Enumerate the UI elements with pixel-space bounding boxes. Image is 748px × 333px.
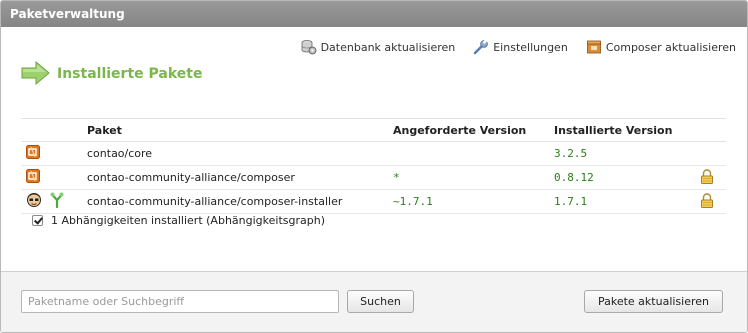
header-lock-col (700, 118, 726, 142)
footer-bar: Suchen Pakete aktualisieren (1, 271, 747, 332)
header-requested-version: Angeforderte Version (393, 118, 554, 142)
requested-version (393, 141, 554, 166)
update-packages-button[interactable]: Pakete aktualisieren (584, 290, 723, 313)
requested-version: * (393, 165, 554, 190)
settings-link[interactable]: Einstellungen (473, 39, 568, 55)
search-input[interactable] (21, 290, 339, 313)
table-row[interactable]: contao-community-alliance/composer * 0.8… (21, 165, 726, 190)
section-heading: Installierte Pakete (21, 60, 203, 88)
database-gear-icon (301, 39, 317, 55)
dependencies-toggle[interactable]: 1 Abhängigkeiten installiert (Abhängigke… (32, 214, 325, 227)
dependencies-label[interactable]: 1 Abhängigkeiten installiert (Abhängigke… (51, 214, 325, 227)
header-icon-col (21, 118, 87, 142)
table-row[interactable]: contao/core 3.2.5 (21, 141, 726, 166)
search-button[interactable]: Suchen (347, 290, 414, 313)
window-title: Paketverwaltung (1, 1, 747, 27)
page-title: Installierte Pakete (57, 66, 203, 82)
package-name[interactable]: contao-community-alliance/composer-insta… (87, 189, 393, 214)
composer-box-icon (586, 39, 602, 55)
header-package: Paket (87, 118, 393, 142)
dependency-fork-icon (50, 192, 64, 211)
package-manager-panel: Paketverwaltung Datenbank aktualisieren (0, 0, 748, 333)
update-composer-link[interactable]: Composer aktualisieren (586, 39, 736, 55)
toolbar: Datenbank aktualisieren Einstellungen Co… (301, 38, 736, 56)
wrench-icon (473, 39, 489, 55)
green-arrow-icon (21, 60, 50, 88)
update-composer-label: Composer aktualisieren (605, 40, 736, 54)
table-row[interactable]: contao-community-alliance/composer-insta… (21, 189, 726, 214)
update-database-label: Datenbank aktualisieren (320, 40, 456, 54)
header-installed-version: Installierte Version (554, 118, 700, 142)
package-name[interactable]: contao/core (87, 141, 393, 166)
lock-icon[interactable] (700, 168, 714, 187)
installed-version: 3.2.5 (554, 141, 700, 166)
installed-version: 1.7.1 (554, 189, 700, 214)
table-header-row: Paket Angeforderte Version Installierte … (21, 118, 726, 142)
package-icon (26, 169, 40, 186)
lock-icon[interactable] (700, 192, 714, 211)
package-name[interactable]: contao-community-alliance/composer (87, 165, 393, 190)
installed-version: 0.8.12 (554, 165, 700, 190)
settings-label: Einstellungen (493, 40, 568, 54)
requested-version: ~1.7.1 (393, 189, 554, 214)
mascot-icon (26, 192, 42, 211)
packages-table: Paket Angeforderte Version Installierte … (21, 118, 726, 214)
dependencies-checkbox[interactable] (32, 215, 43, 226)
package-icon (26, 145, 40, 162)
update-database-link[interactable]: Datenbank aktualisieren (301, 39, 456, 55)
